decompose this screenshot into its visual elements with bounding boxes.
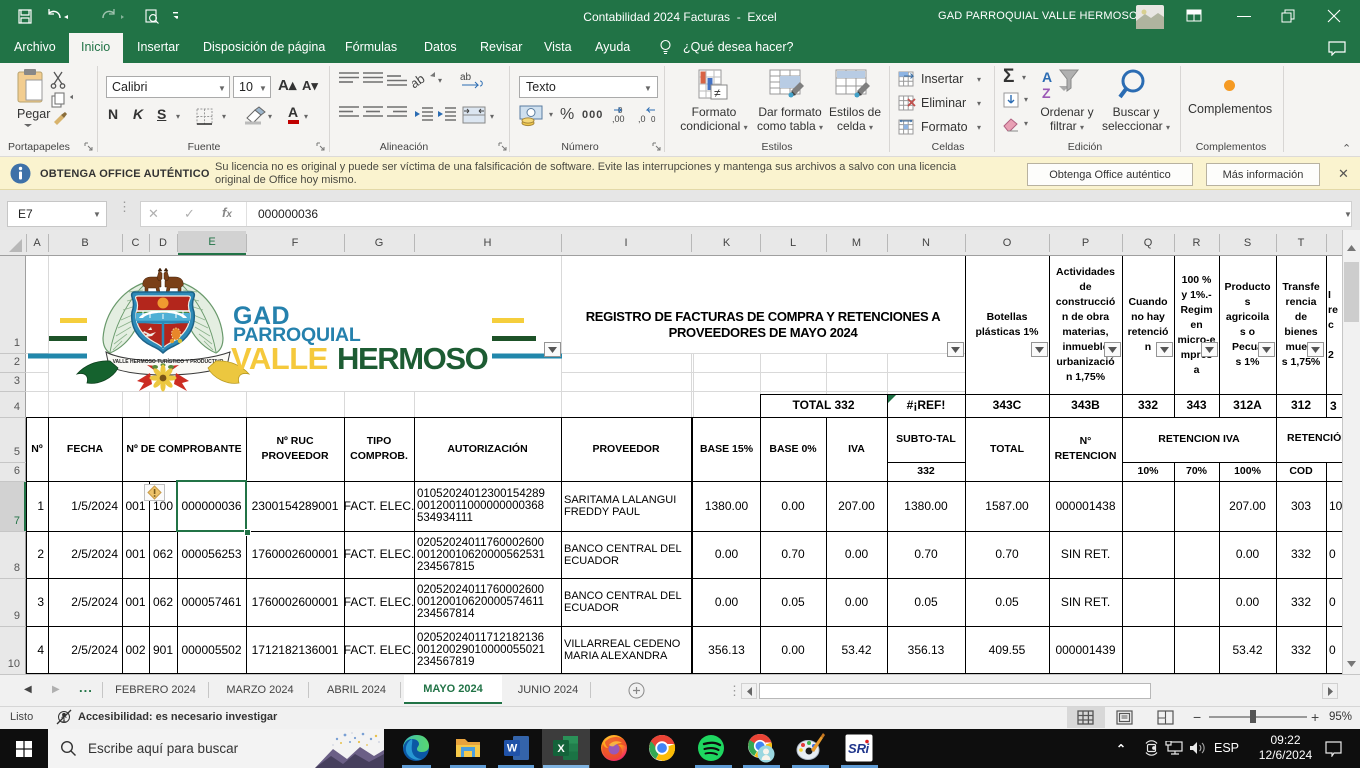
svg-text:Z: Z: [1042, 85, 1051, 101]
svg-text:X: X: [557, 743, 565, 755]
svg-text:ab: ab: [412, 71, 427, 90]
svg-text:0: 0: [651, 115, 656, 124]
svg-text:,00: ,00: [612, 114, 625, 124]
svg-text:≠: ≠: [714, 86, 721, 100]
svg-text:ab: ab: [460, 72, 472, 83]
svg-text:,0: ,0: [638, 114, 646, 124]
svg-text:VALLE HERMOSO TURÍSTICO Y PROD: VALLE HERMOSO TURÍSTICO Y PRODUCTIVO: [113, 357, 224, 365]
svg-text:A: A: [1042, 69, 1052, 85]
svg-text:Pegar: Pegar: [17, 107, 50, 121]
svg-text:W: W: [507, 743, 518, 755]
svg-text:SR: SR: [848, 741, 867, 756]
svg-text:VALLE: VALLE: [231, 341, 328, 376]
svg-text:i: i: [866, 741, 870, 756]
svg-text:HERMOSO: HERMOSO: [337, 341, 488, 376]
